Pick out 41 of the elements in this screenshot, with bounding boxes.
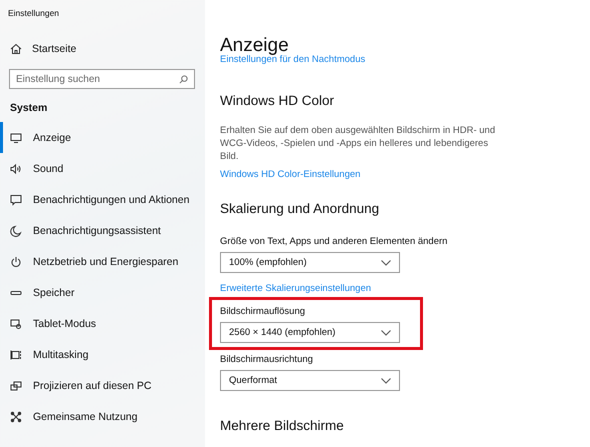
sidebar-item[interactable]: Benachrichtigungsassistent <box>0 215 205 246</box>
night-mode-link[interactable]: Einstellungen für den Nachtmodus <box>220 54 590 66</box>
sidebar-item[interactable]: Speicher <box>0 277 205 308</box>
sidebar-item[interactable]: Benachrichtigungen und Aktionen <box>0 184 205 215</box>
moon-icon <box>10 224 22 236</box>
settings-link[interactable]: Erweiterte Skalierungseinstellungen <box>220 283 590 294</box>
page-title: Anzeige <box>220 34 289 56</box>
sidebar-item[interactable]: Tablet-Modus <box>0 308 205 339</box>
setting-label: Größe von Text, Apps und anderen Elementen ändern <box>220 236 448 248</box>
share-icon <box>10 410 22 422</box>
section-description: Erhalten Sie auf dem oben ausgewählten Bildschirm in HDR- und WCG-Videos, -Spielen und -Apps ein helleres und lebendigeres Bild. <box>220 124 496 163</box>
home-icon <box>10 43 22 55</box>
section-heading: Skalierung und Anordnung <box>220 200 380 218</box>
chevron-down-icon <box>381 260 391 266</box>
window-title: Einstellungen <box>7 8 60 19</box>
search-icon <box>179 75 188 84</box>
setting-label: Bildschirmausrichtung <box>220 354 314 366</box>
power-icon <box>10 256 22 268</box>
home-nav-item[interactable]: Startseite <box>0 41 205 57</box>
chevron-down-icon <box>381 378 391 384</box>
chevron-down-icon <box>381 330 391 336</box>
sidebar-item[interactable]: Sound <box>0 153 205 184</box>
multitask-icon <box>10 348 22 360</box>
section-heading: Mehrere Bildschirme <box>220 417 345 435</box>
section-heading: Windows HD Color <box>220 92 336 110</box>
settings-link[interactable]: Windows HD Color-Einstellungen <box>220 169 590 180</box>
section-heading: System <box>9 102 48 116</box>
sidebar-item[interactable]: Multitasking <box>0 339 205 370</box>
sidebar-item[interactable]: Netzbetrieb und Energiesparen <box>0 246 205 277</box>
dropdown[interactable]: Querformat <box>220 370 400 391</box>
setting-label: Bildschirmauflösung <box>220 306 306 318</box>
search-field[interactable]: Einstellung suchen <box>9 69 195 89</box>
dropdown[interactable]: 2560 × 1440 (empfohlen) <box>220 322 400 343</box>
sidebar-item[interactable]: Gemeinsame Nutzung <box>0 401 205 432</box>
sound-icon <box>10 162 22 174</box>
monitor-icon <box>10 132 22 144</box>
project-icon <box>10 380 22 392</box>
sidebar-item[interactable]: Projizieren auf diesen PC <box>0 370 205 401</box>
dropdown[interactable]: 100% (empfohlen) <box>220 252 400 273</box>
tablet-icon <box>10 318 22 330</box>
message-icon <box>10 194 22 206</box>
